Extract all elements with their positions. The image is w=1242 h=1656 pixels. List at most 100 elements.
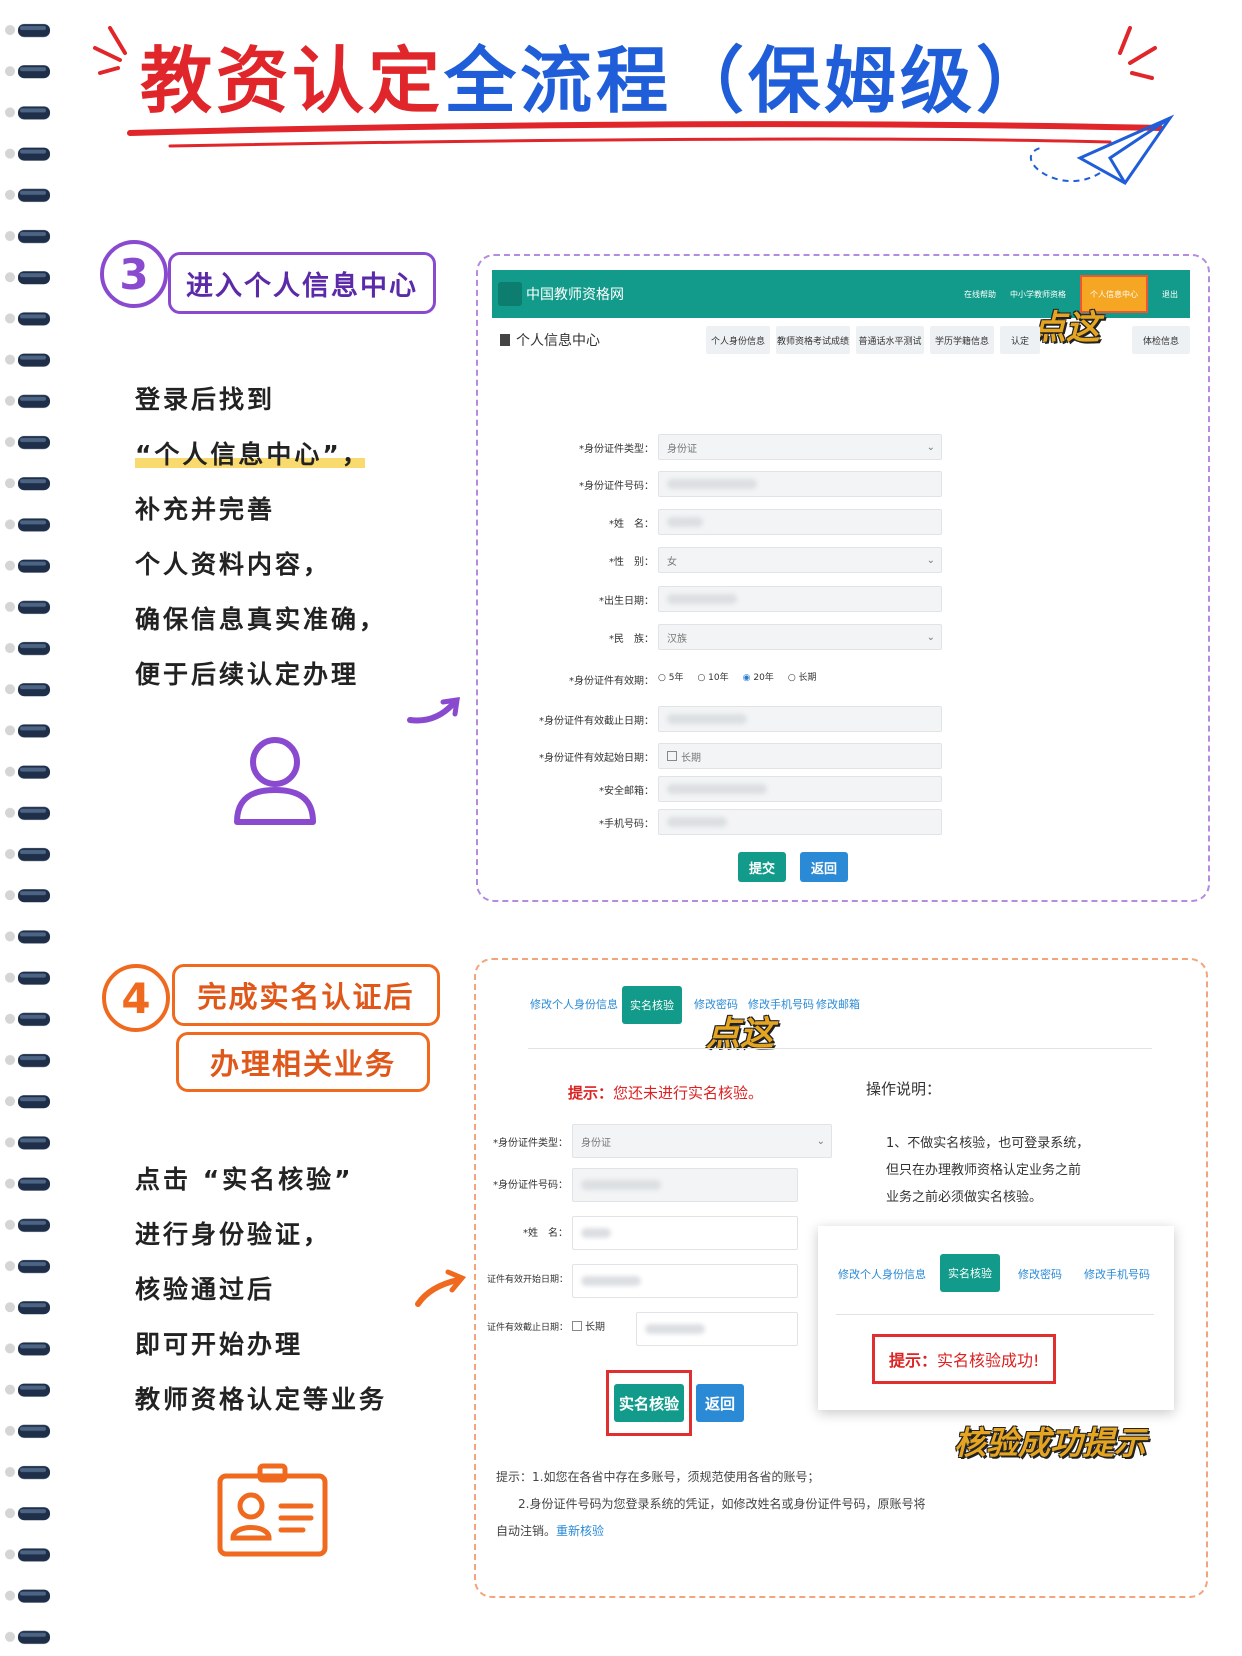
email-input[interactable] [658,776,942,802]
id-type-select[interactable]: 身份证 ⌄ [658,434,942,460]
tip-line: 2.身份证件号码为您登录系统的凭证，如修改姓名或身份证件号码，原账号将 [518,1497,926,1511]
tab-change-email[interactable]: 修改邮箱 [816,996,860,1012]
long-term-checkbox[interactable]: 长期 [572,1318,605,1333]
step-3-line: 登录后找到 [135,385,276,414]
instruction-line: 但只在办理教师资格认定业务之前 [886,1163,1082,1178]
arrow-icon [407,697,460,724]
step-3-line: “个人信息中心”， [135,440,370,469]
step-4-line: 核验通过后 [135,1275,276,1304]
validity-radio-selected[interactable]: ◉ 20年 [743,670,774,683]
field-value: 长期 [585,1322,605,1333]
real-name-verify-button[interactable]: 实名核验 [614,1384,684,1422]
success-tab-edit-identity[interactable]: 修改个人身份信息 [838,1266,926,1282]
divider [836,1314,1154,1315]
verify-id-type-select[interactable]: 身份证 ⌄ [572,1124,832,1158]
step-4-number: 4 [102,964,170,1032]
name-input[interactable] [658,509,942,535]
field-label: *手机号码： [599,819,654,830]
spiral-binding [0,0,60,1656]
tip-line: 提示：1.如您在各省中存在多账号，须规范使用各省的账号； [496,1470,820,1484]
birthdate-input[interactable] [658,586,942,612]
step-4-heading-2: 办理相关业务 [176,1032,430,1092]
field-label: 证件有效截止日期： [486,1323,568,1333]
site-logo-icon [498,282,522,306]
blurred-value [581,1276,641,1286]
step-3-line-highlight: “个人信息中心”， [135,427,387,482]
instruction-line: 业务之前必须做实名核验。 [886,1190,1043,1205]
reverify-link[interactable]: 重新核验 [556,1524,604,1538]
field-label: *姓 名： [523,1228,568,1239]
verify-start-date-input[interactable] [572,1264,798,1298]
tab-edit-identity[interactable]: 修改个人身份信息 [530,996,618,1012]
tab-personal-identity[interactable]: 个人身份信息 [706,326,770,354]
blurred-value [645,1324,705,1334]
notice-text: 您还未进行实名核验。 [613,1084,764,1102]
back-button[interactable]: 返回 [800,852,848,882]
validity-radio-group: ○ 5年 ○ 10年 ◉ 20年 ○ 长期 [658,670,817,683]
field-label: *出生日期： [599,596,654,607]
tab-real-name-verify[interactable]: 实名核验 [622,986,682,1024]
tab-education[interactable]: 学历学籍信息 [930,326,994,354]
verify-end-date-input[interactable] [636,1312,798,1346]
section-title-text: 个人信息中心 [516,333,600,349]
click-here-callout: 点这 [1032,308,1100,348]
validity-radio[interactable]: ○ 5年 [658,670,683,683]
field-value: 汉族 [667,633,687,645]
arrow-icon [415,1269,467,1307]
radio-label: 20年 [753,673,774,683]
header-link-help[interactable]: 在线帮助 [964,289,996,300]
expiry-date-input[interactable] [658,706,942,732]
person-icon [234,737,316,825]
start-date-input[interactable]: 长期 [658,743,942,769]
site-name: 中国教师资格网 [526,287,624,303]
field-value: 身份证 [581,1137,611,1149]
checkbox[interactable] [667,751,677,761]
success-message: 提示：实名核验成功! [872,1334,1057,1384]
instructions-title: 操作说明： [866,1080,942,1098]
step-3-heading: 进入个人信息中心 [168,252,436,314]
tab-mandarin[interactable]: 普通话水平测试 [856,326,924,354]
chevron-down-icon: ⌄ [926,554,935,566]
step-4-line: 进行身份验证， [135,1220,332,1249]
field-label: *安全邮箱： [599,786,654,797]
success-label: 提示： [889,1351,938,1370]
validity-radio[interactable]: ○ 10年 [697,670,728,683]
id-number-input[interactable] [658,471,942,497]
gender-select[interactable]: 女 ⌄ [658,547,942,573]
instructions-text: 1、不做实名核验，也可登录系统， 但只在办理教师资格认定业务之前 业务之前必须做… [886,1130,1089,1211]
blurred-value [581,1228,611,1238]
header-link-teacher[interactable]: 中小学教师资格 [1010,289,1066,300]
chevron-down-icon: ⌄ [926,441,935,453]
step-4-line: 点击 “实名核验” [135,1165,354,1194]
ethnicity-select[interactable]: 汉族 ⌄ [658,624,942,650]
field-label: *身份证件有效截止日期： [539,716,654,727]
document-icon [500,334,510,346]
step-3-line: 个人资料内容， [135,550,332,579]
header-link-logout[interactable]: 退出 [1162,289,1178,300]
submit-button[interactable]: 提交 [738,852,786,882]
success-tab-real-name-verify[interactable]: 实名核验 [940,1254,1000,1292]
success-tab-change-password[interactable]: 修改密码 [1018,1266,1062,1282]
blurred-value [667,817,727,827]
verify-name-input[interactable] [572,1216,798,1250]
step-3-number: 3 [100,240,168,308]
field-label: *身份证件有效期： [569,676,654,687]
blurred-value [667,594,737,604]
field-label: *身份证件类型： [579,444,654,455]
back-button[interactable]: 返回 [696,1384,744,1422]
phone-input[interactable] [658,809,942,835]
validity-radio[interactable]: ○ 长期 [788,670,817,683]
field-label: *身份证件号码： [579,481,654,492]
tab-certification[interactable]: 认定 [1000,326,1040,354]
step-4-line: 教师资格认定等业务 [135,1385,388,1414]
field-label: *民 族： [609,634,654,645]
step-3-line: 便于后续认定办理 [135,660,360,689]
tab-health-check[interactable]: 体检信息 [1132,326,1190,354]
checkbox[interactable] [572,1320,582,1331]
verify-id-number-input[interactable] [572,1168,798,1202]
field-label: *身份证件类型： [493,1138,568,1149]
success-tab-change-phone[interactable]: 修改手机号码 [1084,1266,1150,1282]
blurred-value [667,714,747,724]
chevron-down-icon: ⌄ [926,631,935,643]
tab-exam-scores[interactable]: 教师资格考试成绩 [776,326,850,354]
